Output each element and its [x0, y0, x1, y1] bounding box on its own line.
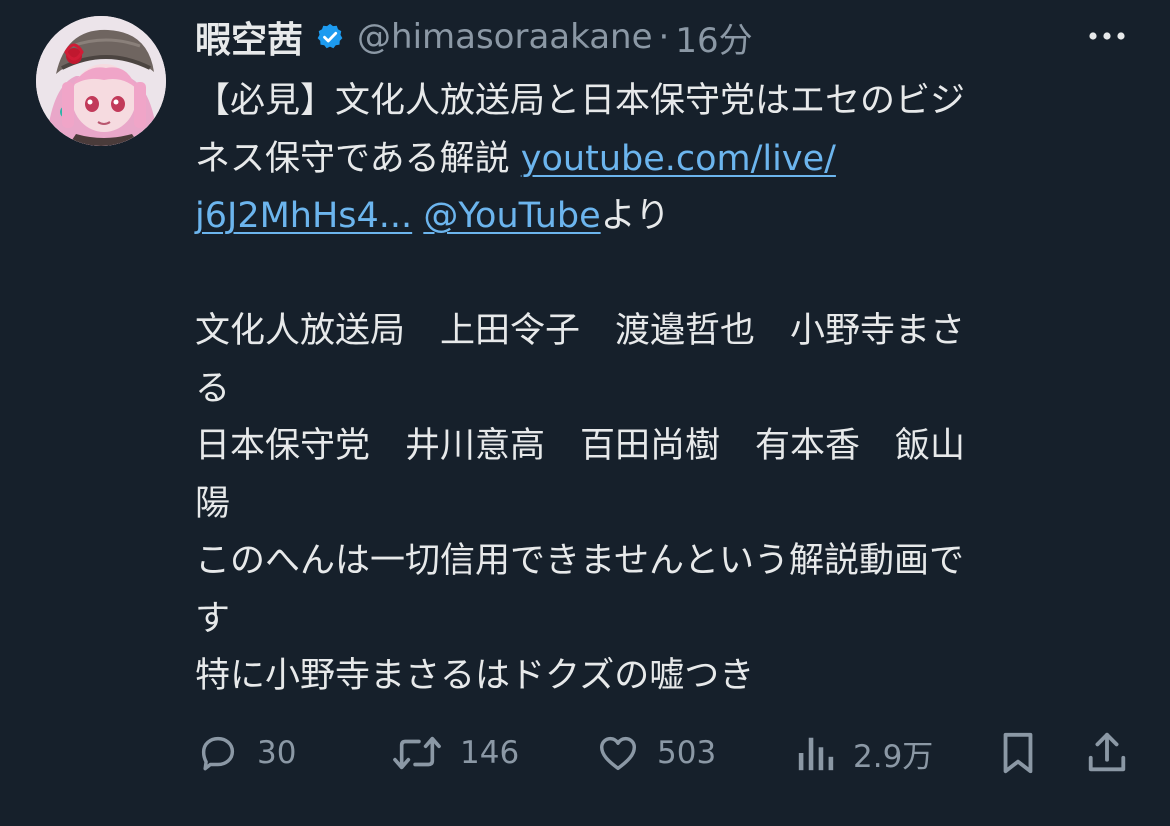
share-button[interactable]: [1084, 728, 1130, 778]
tweet-line-suffix: より: [600, 196, 670, 236]
share-icon: [1088, 732, 1126, 772]
tweet[interactable]: 暇空茜 @himasoraakane · 16分 【必見】文化人放送局と日本保守…: [0, 0, 1170, 826]
tweet-line: このへんは一切信用できませんという解説動画で: [195, 541, 964, 581]
tweet-line: 文化人放送局 上田令子 渡邉哲也 小野寺まさ: [195, 311, 966, 351]
tweet-line: 特に小野寺まさるはドクズの嘘つき: [195, 656, 755, 696]
youtube-mention[interactable]: @YouTube: [423, 196, 600, 236]
reply-count: 30: [257, 735, 297, 771]
avatar[interactable]: [36, 16, 166, 146]
views-chart-icon: [798, 737, 834, 771]
like-button[interactable]: 503: [595, 728, 716, 778]
separator-dot: ·: [658, 17, 670, 57]
timestamp[interactable]: 16分: [675, 13, 752, 62]
heart-icon: [599, 736, 637, 771]
bookmark-icon: [1003, 732, 1033, 774]
youtube-link[interactable]: youtube.com/live/: [521, 139, 836, 179]
more-options-icon[interactable]: [1085, 24, 1129, 48]
views-button[interactable]: 2.9万: [795, 728, 933, 778]
tweet-line: す: [195, 598, 231, 639]
retweet-icon: [393, 736, 441, 770]
tweet-line: る: [195, 368, 231, 409]
tweet-line: j6J2MhHs4... @YouTubeより: [195, 188, 1145, 246]
verified-badge-icon: [315, 22, 345, 52]
tweet-line: ネス保守である解説 youtube.com/live/: [195, 131, 1145, 189]
tweet-line: 陽: [195, 483, 231, 524]
bookmark-button[interactable]: [995, 728, 1041, 778]
like-count: 503: [657, 735, 717, 771]
reply-button[interactable]: 30: [195, 728, 296, 778]
retweet-button[interactable]: 146: [390, 728, 519, 778]
tweet-line: 【必見】文化人放送局と日本保守党はエセのビジ: [195, 81, 966, 121]
action-bar: 30 146 503 2.9万: [195, 728, 1135, 778]
user-handle[interactable]: @himasoraakane: [357, 17, 653, 57]
views-count: 2.9万: [853, 738, 934, 775]
tweet-text: 【必見】文化人放送局と日本保守党はエセのビジ ネス保守である解説 youtube…: [195, 73, 1145, 706]
retweet-count: 146: [460, 735, 520, 771]
tweet-header: 暇空茜 @himasoraakane · 16分: [195, 12, 753, 62]
avatar-image: [36, 16, 166, 146]
youtube-link-continued[interactable]: j6J2MhHs4...: [195, 196, 412, 236]
tweet-line: 日本保守党 井川意高 百田尚樹 有本香 飯山: [195, 426, 966, 466]
display-name[interactable]: 暇空茜: [195, 11, 303, 63]
reply-icon: [201, 736, 235, 771]
tweet-line-text: ネス保守である解説: [195, 138, 521, 179]
